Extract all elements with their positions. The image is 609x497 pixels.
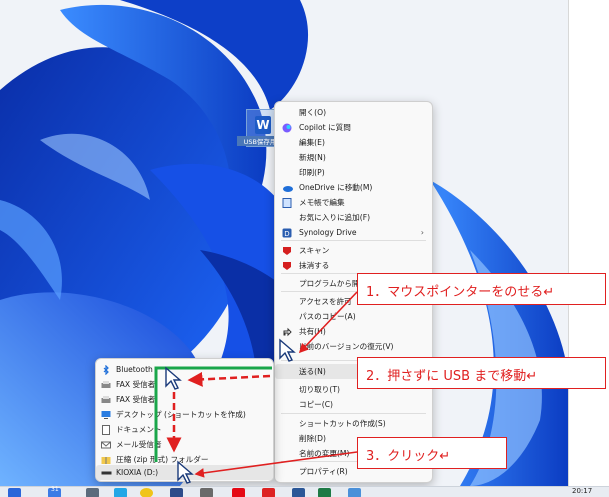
menu-item-label: お気に入りに追加(F) <box>299 213 371 222</box>
send-to-usb-drive[interactable]: KIOXIA (D:) <box>96 465 273 480</box>
context-menu-item[interactable]: 印刷(P) <box>275 165 432 180</box>
menu-item-label: 送る(N) <box>299 367 326 376</box>
menu-item-label: 以前のバージョンの復元(V) <box>299 342 394 351</box>
app-icon[interactable] <box>200 488 213 497</box>
word-icon: W <box>255 116 271 134</box>
send-to-item[interactable]: FAX 受信者 <box>96 392 273 407</box>
context-menu-item[interactable]: ショートカットの作成(S) <box>275 416 432 431</box>
onedrive-icon <box>282 183 293 193</box>
mcafee-icon <box>282 261 292 271</box>
step1-callout: 1．マウスポインターをのせる↵ <box>357 273 606 305</box>
menu-item-label: パスのコピー(A) <box>299 312 356 321</box>
menu-item-label: アクセスを許可 <box>299 297 352 306</box>
menu-item-label: 名前の変更(M) <box>299 449 350 458</box>
usb-drive-icon <box>101 468 112 478</box>
send-to-item[interactable]: FAX 受信者 <box>96 377 273 392</box>
step2-callout: 2．押さずに USB まで移動↵ <box>357 357 606 389</box>
word-taskbar-icon[interactable] <box>292 488 305 497</box>
menu-item-label: 開く(O) <box>299 108 327 117</box>
send-to-submenu: Bluetooth FAX 受信者 FAX 受信者デスクトップ (ショートカットを作… <box>95 358 274 482</box>
menu-item-label: コピー(C) <box>299 400 334 409</box>
menu-item-label: ショートカットの作成(S) <box>299 419 386 428</box>
notepad-icon <box>282 198 292 208</box>
menu-separator <box>281 240 426 241</box>
netflix-icon[interactable] <box>232 488 245 497</box>
context-menu-item[interactable]: お気に入りに追加(F) <box>275 210 432 225</box>
context-menu-item[interactable]: スキャン <box>275 243 432 258</box>
app-icon[interactable] <box>262 488 275 497</box>
menu-item-label: ドキュメント <box>116 425 162 434</box>
context-menu-item[interactable]: 以前のバージョンの復元(V) <box>275 339 432 354</box>
chrome-icon[interactable] <box>140 488 153 497</box>
window-border <box>568 0 569 486</box>
mail-icon <box>101 440 111 450</box>
send-to-item[interactable]: Bluetooth <box>96 362 273 377</box>
svg-text:D: D <box>284 230 289 238</box>
bluetooth-icon <box>101 364 111 376</box>
folder-icon[interactable] <box>8 488 21 497</box>
context-menu-item[interactable]: メモ帳で編集 <box>275 195 432 210</box>
menu-separator <box>281 413 426 414</box>
menu-item-label: 削除(D) <box>299 434 326 443</box>
menu-item-label: メモ帳で編集 <box>299 198 345 207</box>
context-menu-item[interactable]: 抹消する <box>275 258 432 273</box>
menu-item-label: Synology Drive <box>299 228 357 237</box>
send-to-item[interactable]: メール受信者 <box>96 437 273 452</box>
mcafee-icon <box>282 246 292 256</box>
app-icon[interactable] <box>170 488 183 497</box>
mail-app-icon[interactable]: 31 <box>48 486 61 497</box>
menu-item-label: 印刷(P) <box>299 168 325 177</box>
step3-callout: 3．クリック↵ <box>357 437 507 469</box>
context-menu-item[interactable]: コピー(C) <box>275 397 432 412</box>
fax-icon <box>101 380 111 390</box>
menu-item-label: プロパティ(R) <box>299 467 348 476</box>
menu-item-label: 編集(E) <box>299 138 325 147</box>
menu-item-label: 抹消する <box>299 261 330 270</box>
menu-item-label: デスクトップ (ショートカットを作成) <box>116 410 246 419</box>
taskbar: 31 20:17 <box>0 486 609 497</box>
excel-icon[interactable] <box>318 488 331 497</box>
context-menu-item[interactable]: パスのコピー(A) <box>275 309 432 324</box>
app-icon[interactable] <box>348 488 361 497</box>
context-menu-item[interactable]: 新規(N) <box>275 150 432 165</box>
menu-item-label: メール受信者 <box>116 440 162 449</box>
context-menu-item[interactable]: D Synology Drive › <box>275 225 432 240</box>
send-to-item[interactable]: デスクトップ (ショートカットを作成) <box>96 407 273 422</box>
context-menu-item[interactable]: 編集(E) <box>275 135 432 150</box>
menu-item-label: OneDrive に移動(M) <box>299 183 373 192</box>
menu-item-label: 切り取り(T) <box>299 385 340 394</box>
context-menu-item[interactable]: 開く(O) <box>275 105 432 120</box>
menu-item-label: KIOXIA (D:) <box>116 468 159 477</box>
menu-item-label: FAX 受信者 <box>116 380 156 389</box>
menu-item-label: Bluetooth <box>116 365 153 374</box>
fax-icon <box>101 395 111 405</box>
edge-icon[interactable] <box>114 488 127 497</box>
menu-item-label: 新規(N) <box>299 153 326 162</box>
menu-item-label: 共有(H) <box>299 327 326 336</box>
mail-badge: 31 <box>51 486 59 493</box>
step1-text: 1．マウスポインターをのせる↵ <box>366 285 555 300</box>
copilot-icon <box>282 123 292 133</box>
desktop-icon <box>101 410 111 420</box>
clock[interactable]: 20:17 <box>572 487 592 495</box>
synology-icon: D <box>282 228 292 238</box>
documents-icon <box>101 425 111 435</box>
send-to-item[interactable]: ドキュメント <box>96 422 273 437</box>
zip-folder-icon <box>101 455 111 465</box>
context-menu-item[interactable]: Copilot に質問 <box>275 120 432 135</box>
step3-text: 3．クリック↵ <box>366 449 451 464</box>
chevron-right-icon: › <box>420 228 424 237</box>
share-icon <box>282 327 292 337</box>
menu-item-label: スキャン <box>299 246 330 255</box>
window-edge <box>569 0 609 486</box>
menu-item-label: Copilot に質問 <box>299 123 351 132</box>
screen: W USB保存用 開く(O) Copilot に質問 編集(E) 新規(N) 印刷(P)… <box>0 0 609 497</box>
context-menu-item[interactable]: OneDrive に移動(M) <box>275 180 432 195</box>
context-menu-item[interactable]: 共有(H) <box>275 324 432 339</box>
step2-text: 2．押さずに USB まで移動↵ <box>366 369 538 384</box>
app-icon[interactable] <box>86 488 99 497</box>
menu-item-label: FAX 受信者 <box>116 395 156 404</box>
